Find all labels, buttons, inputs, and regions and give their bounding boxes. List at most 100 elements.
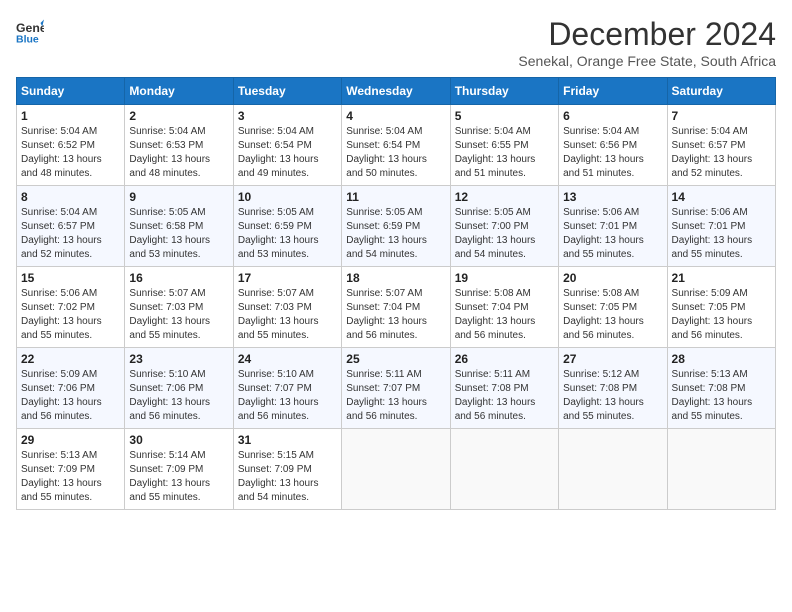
- calendar-cell: 17 Sunrise: 5:07 AM Sunset: 7:03 PM Dayl…: [233, 267, 341, 348]
- day-number: 20: [563, 271, 662, 285]
- calendar-cell: 12 Sunrise: 5:05 AM Sunset: 7:00 PM Dayl…: [450, 186, 558, 267]
- day-info: Sunrise: 5:10 AM Sunset: 7:07 PM Dayligh…: [238, 368, 337, 424]
- day-info: Sunrise: 5:06 AM Sunset: 7:01 PM Dayligh…: [672, 206, 771, 262]
- day-number: 9: [129, 190, 228, 204]
- day-number: 13: [563, 190, 662, 204]
- day-number: 29: [21, 433, 120, 447]
- calendar-cell: 3 Sunrise: 5:04 AM Sunset: 6:54 PM Dayli…: [233, 105, 341, 186]
- day-info: Sunrise: 5:07 AM Sunset: 7:04 PM Dayligh…: [346, 287, 445, 343]
- day-info: Sunrise: 5:04 AM Sunset: 6:55 PM Dayligh…: [455, 125, 554, 181]
- calendar-cell: 4 Sunrise: 5:04 AM Sunset: 6:54 PM Dayli…: [342, 105, 450, 186]
- day-number: 12: [455, 190, 554, 204]
- day-number: 25: [346, 352, 445, 366]
- calendar-cell: 6 Sunrise: 5:04 AM Sunset: 6:56 PM Dayli…: [559, 105, 667, 186]
- logo-icon: General Blue: [16, 16, 44, 44]
- col-monday: Monday: [125, 78, 233, 105]
- col-thursday: Thursday: [450, 78, 558, 105]
- day-number: 10: [238, 190, 337, 204]
- day-info: Sunrise: 5:05 AM Sunset: 6:58 PM Dayligh…: [129, 206, 228, 262]
- day-info: Sunrise: 5:05 AM Sunset: 6:59 PM Dayligh…: [346, 206, 445, 262]
- calendar-cell: 28 Sunrise: 5:13 AM Sunset: 7:08 PM Dayl…: [667, 348, 775, 429]
- day-info: Sunrise: 5:13 AM Sunset: 7:08 PM Dayligh…: [672, 368, 771, 424]
- day-info: Sunrise: 5:06 AM Sunset: 7:02 PM Dayligh…: [21, 287, 120, 343]
- day-info: Sunrise: 5:12 AM Sunset: 7:08 PM Dayligh…: [563, 368, 662, 424]
- day-info: Sunrise: 5:04 AM Sunset: 6:54 PM Dayligh…: [238, 125, 337, 181]
- day-info: Sunrise: 5:10 AM Sunset: 7:06 PM Dayligh…: [129, 368, 228, 424]
- calendar-week-4: 22 Sunrise: 5:09 AM Sunset: 7:06 PM Dayl…: [17, 348, 776, 429]
- day-info: Sunrise: 5:04 AM Sunset: 6:57 PM Dayligh…: [21, 206, 120, 262]
- logo: General Blue: [16, 16, 44, 44]
- calendar-header-row: Sunday Monday Tuesday Wednesday Thursday…: [17, 78, 776, 105]
- calendar-cell: 9 Sunrise: 5:05 AM Sunset: 6:58 PM Dayli…: [125, 186, 233, 267]
- calendar-cell: 24 Sunrise: 5:10 AM Sunset: 7:07 PM Dayl…: [233, 348, 341, 429]
- day-info: Sunrise: 5:08 AM Sunset: 7:05 PM Dayligh…: [563, 287, 662, 343]
- col-friday: Friday: [559, 78, 667, 105]
- day-number: 16: [129, 271, 228, 285]
- day-number: 4: [346, 109, 445, 123]
- title-section: December 2024 Senekal, Orange Free State…: [518, 16, 776, 69]
- day-info: Sunrise: 5:05 AM Sunset: 7:00 PM Dayligh…: [455, 206, 554, 262]
- day-info: Sunrise: 5:13 AM Sunset: 7:09 PM Dayligh…: [21, 449, 120, 505]
- day-number: 11: [346, 190, 445, 204]
- day-number: 7: [672, 109, 771, 123]
- day-info: Sunrise: 5:08 AM Sunset: 7:04 PM Dayligh…: [455, 287, 554, 343]
- day-number: 23: [129, 352, 228, 366]
- calendar-cell: 31 Sunrise: 5:15 AM Sunset: 7:09 PM Dayl…: [233, 429, 341, 510]
- day-number: 1: [21, 109, 120, 123]
- col-wednesday: Wednesday: [342, 78, 450, 105]
- day-number: 5: [455, 109, 554, 123]
- calendar-cell: [559, 429, 667, 510]
- calendar-cell: 29 Sunrise: 5:13 AM Sunset: 7:09 PM Dayl…: [17, 429, 125, 510]
- calendar-week-5: 29 Sunrise: 5:13 AM Sunset: 7:09 PM Dayl…: [17, 429, 776, 510]
- day-info: Sunrise: 5:04 AM Sunset: 6:54 PM Dayligh…: [346, 125, 445, 181]
- calendar-cell: 21 Sunrise: 5:09 AM Sunset: 7:05 PM Dayl…: [667, 267, 775, 348]
- calendar-cell: 13 Sunrise: 5:06 AM Sunset: 7:01 PM Dayl…: [559, 186, 667, 267]
- day-info: Sunrise: 5:04 AM Sunset: 6:53 PM Dayligh…: [129, 125, 228, 181]
- calendar-cell: 22 Sunrise: 5:09 AM Sunset: 7:06 PM Dayl…: [17, 348, 125, 429]
- day-info: Sunrise: 5:04 AM Sunset: 6:52 PM Dayligh…: [21, 125, 120, 181]
- calendar-cell: 23 Sunrise: 5:10 AM Sunset: 7:06 PM Dayl…: [125, 348, 233, 429]
- day-info: Sunrise: 5:15 AM Sunset: 7:09 PM Dayligh…: [238, 449, 337, 505]
- month-title: December 2024: [518, 16, 776, 53]
- day-number: 14: [672, 190, 771, 204]
- calendar-cell: 14 Sunrise: 5:06 AM Sunset: 7:01 PM Dayl…: [667, 186, 775, 267]
- day-number: 24: [238, 352, 337, 366]
- calendar-cell: 27 Sunrise: 5:12 AM Sunset: 7:08 PM Dayl…: [559, 348, 667, 429]
- calendar-cell: 1 Sunrise: 5:04 AM Sunset: 6:52 PM Dayli…: [17, 105, 125, 186]
- day-info: Sunrise: 5:06 AM Sunset: 7:01 PM Dayligh…: [563, 206, 662, 262]
- col-sunday: Sunday: [17, 78, 125, 105]
- calendar-cell: 10 Sunrise: 5:05 AM Sunset: 6:59 PM Dayl…: [233, 186, 341, 267]
- day-number: 26: [455, 352, 554, 366]
- calendar-cell: 25 Sunrise: 5:11 AM Sunset: 7:07 PM Dayl…: [342, 348, 450, 429]
- day-info: Sunrise: 5:11 AM Sunset: 7:07 PM Dayligh…: [346, 368, 445, 424]
- calendar-cell: 16 Sunrise: 5:07 AM Sunset: 7:03 PM Dayl…: [125, 267, 233, 348]
- calendar-cell: 19 Sunrise: 5:08 AM Sunset: 7:04 PM Dayl…: [450, 267, 558, 348]
- day-number: 27: [563, 352, 662, 366]
- day-info: Sunrise: 5:07 AM Sunset: 7:03 PM Dayligh…: [238, 287, 337, 343]
- day-number: 18: [346, 271, 445, 285]
- day-info: Sunrise: 5:14 AM Sunset: 7:09 PM Dayligh…: [129, 449, 228, 505]
- calendar-cell: 7 Sunrise: 5:04 AM Sunset: 6:57 PM Dayli…: [667, 105, 775, 186]
- calendar-cell: [342, 429, 450, 510]
- calendar-cell: [450, 429, 558, 510]
- calendar-week-3: 15 Sunrise: 5:06 AM Sunset: 7:02 PM Dayl…: [17, 267, 776, 348]
- day-number: 30: [129, 433, 228, 447]
- calendar-week-1: 1 Sunrise: 5:04 AM Sunset: 6:52 PM Dayli…: [17, 105, 776, 186]
- day-number: 17: [238, 271, 337, 285]
- day-info: Sunrise: 5:07 AM Sunset: 7:03 PM Dayligh…: [129, 287, 228, 343]
- calendar-cell: 20 Sunrise: 5:08 AM Sunset: 7:05 PM Dayl…: [559, 267, 667, 348]
- day-number: 31: [238, 433, 337, 447]
- day-number: 21: [672, 271, 771, 285]
- calendar-table: Sunday Monday Tuesday Wednesday Thursday…: [16, 77, 776, 510]
- col-saturday: Saturday: [667, 78, 775, 105]
- calendar-cell: 11 Sunrise: 5:05 AM Sunset: 6:59 PM Dayl…: [342, 186, 450, 267]
- day-info: Sunrise: 5:09 AM Sunset: 7:06 PM Dayligh…: [21, 368, 120, 424]
- day-info: Sunrise: 5:04 AM Sunset: 6:57 PM Dayligh…: [672, 125, 771, 181]
- location-subtitle: Senekal, Orange Free State, South Africa: [518, 53, 776, 69]
- calendar-cell: 30 Sunrise: 5:14 AM Sunset: 7:09 PM Dayl…: [125, 429, 233, 510]
- page-header: General Blue December 2024 Senekal, Oran…: [16, 16, 776, 69]
- calendar-cell: 15 Sunrise: 5:06 AM Sunset: 7:02 PM Dayl…: [17, 267, 125, 348]
- calendar-cell: 8 Sunrise: 5:04 AM Sunset: 6:57 PM Dayli…: [17, 186, 125, 267]
- day-number: 22: [21, 352, 120, 366]
- svg-text:Blue: Blue: [16, 33, 39, 44]
